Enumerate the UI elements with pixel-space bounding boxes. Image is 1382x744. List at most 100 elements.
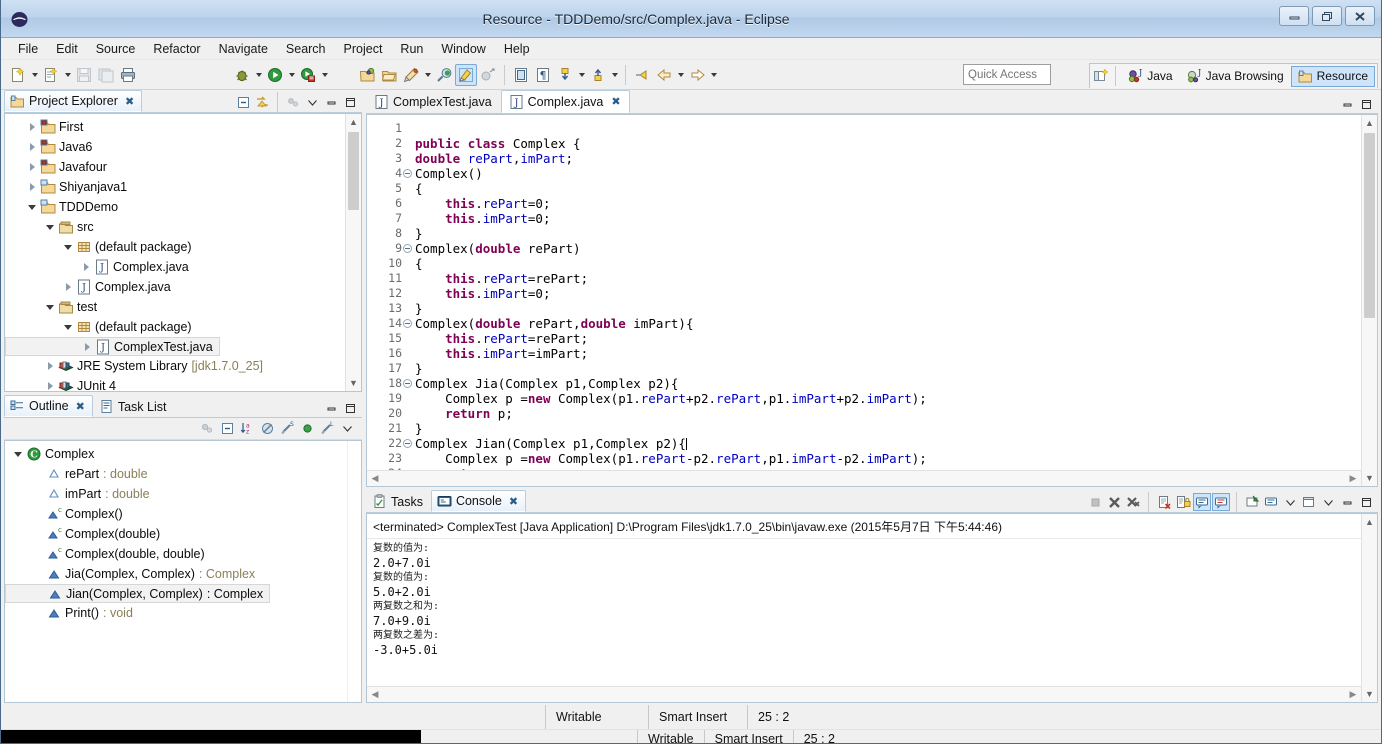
editor-source-text[interactable]: public class Complex {double rePart,imPa…: [403, 115, 1377, 486]
close-icon[interactable]: ✖: [125, 95, 134, 108]
tree-item[interactable]: J Complex.java: [5, 277, 361, 297]
scroll-left-icon[interactable]: ◀: [367, 471, 383, 486]
code-line[interactable]: {: [415, 256, 1377, 271]
chevron-down-icon[interactable]: [338, 420, 356, 438]
display-console-icon[interactable]: [1262, 493, 1280, 511]
quick-access-input[interactable]: [963, 64, 1051, 85]
scroll-down-icon[interactable]: ▼: [1362, 470, 1377, 486]
perspective-resource[interactable]: Resource: [1290, 65, 1375, 87]
tree-item[interactable]: Print() : void: [5, 603, 361, 623]
new-java-class-button[interactable]: [40, 64, 62, 86]
scroll-up-icon[interactable]: ▲: [1362, 514, 1377, 530]
code-line[interactable]: }: [415, 421, 1377, 436]
external-tools-dropdown[interactable]: [319, 64, 330, 86]
tree-item[interactable]: imPart : double: [5, 484, 361, 504]
collapse-arrow-icon[interactable]: [43, 362, 57, 370]
menu-window[interactable]: Window: [432, 39, 494, 59]
expand-arrow-icon[interactable]: [61, 245, 75, 250]
tree-item[interactable]: J ComplexTest.java: [5, 337, 220, 356]
tree-item[interactable]: JUnit 4: [5, 376, 361, 391]
code-line[interactable]: this.rePart=rePart;: [415, 271, 1377, 286]
show-whitespace-button[interactable]: ¶: [532, 64, 554, 86]
tree-item[interactable]: J Complex.java: [5, 257, 361, 277]
show-on-error-icon[interactable]: [1212, 493, 1230, 511]
tree-item[interactable]: c Complex(double): [5, 524, 361, 544]
menu-search[interactable]: Search: [277, 39, 335, 59]
tree-item[interactable]: Shiyanjava1: [5, 177, 361, 197]
perspective-java-browsing[interactable]: J Java Browsing: [1180, 66, 1291, 87]
focus-task-icon[interactable]: [198, 420, 216, 438]
search-button[interactable]: [433, 64, 455, 86]
new-wizard-dropdown[interactable]: [29, 64, 40, 86]
collapse-arrow-icon[interactable]: [25, 163, 39, 171]
console-hscrollbar[interactable]: ◀ ▶: [367, 686, 1361, 702]
menu-edit[interactable]: Edit: [47, 39, 87, 59]
run-button[interactable]: [264, 64, 286, 86]
minimize-editor-button[interactable]: [1338, 95, 1356, 113]
toggle-mark-occurrences-button[interactable]: [455, 63, 477, 86]
sort-az-icon[interactable]: a z: [238, 420, 256, 438]
debug-button[interactable]: [231, 64, 253, 86]
collapse-arrow-icon[interactable]: [25, 143, 39, 151]
code-line[interactable]: public class Complex {: [415, 136, 1377, 151]
chevron-down-icon[interactable]: [1319, 493, 1337, 511]
debug-dropdown[interactable]: [253, 64, 264, 86]
tree-item[interactable]: Java6: [5, 137, 361, 157]
menu-help[interactable]: Help: [495, 39, 539, 59]
open-console-icon[interactable]: [1300, 493, 1318, 511]
collapse-all-icon[interactable]: [218, 420, 236, 438]
tab-project-explorer[interactable]: Project Explorer ✖: [4, 90, 143, 112]
toggle-block-selection-button[interactable]: [510, 64, 532, 86]
hide-fields-icon[interactable]: [258, 420, 276, 438]
menu-project[interactable]: Project: [335, 39, 392, 59]
open-perspective-button[interactable]: [1092, 67, 1110, 85]
tree-item[interactable]: (default package): [5, 317, 361, 337]
console-vscrollbar[interactable]: ▲ ▼: [1361, 514, 1377, 702]
menu-run[interactable]: Run: [391, 39, 432, 59]
code-line[interactable]: Complex Jian(Complex p1,Complex p2){: [415, 436, 1377, 451]
save-all-button[interactable]: [95, 64, 117, 86]
code-line[interactable]: return p;: [415, 406, 1377, 421]
scroll-left-icon[interactable]: ◀: [367, 687, 383, 702]
outline-vscrollbar[interactable]: [347, 441, 361, 702]
tree-item[interactable]: (default package): [5, 237, 361, 257]
editor-tab-complex[interactable]: J Complex.java ✖: [500, 90, 630, 113]
forward-dropdown[interactable]: [708, 64, 719, 86]
menu-refactor[interactable]: Refactor: [144, 39, 209, 59]
maximize-console-button[interactable]: [1357, 493, 1375, 511]
hide-nonpublic-icon[interactable]: [298, 420, 316, 438]
code-line[interactable]: }: [415, 301, 1377, 316]
collapse-all-button[interactable]: [234, 93, 252, 111]
maximize-restore-button[interactable]: [1312, 6, 1342, 26]
tree-item[interactable]: test: [5, 297, 361, 317]
external-tools-button[interactable]: [297, 64, 319, 86]
expand-arrow-icon[interactable]: [61, 325, 75, 330]
terminate-icon[interactable]: [1086, 493, 1104, 511]
code-line[interactable]: this.imPart=0;: [415, 286, 1377, 301]
code-line[interactable]: {: [415, 181, 1377, 196]
link-with-editor-button[interactable]: [253, 93, 271, 111]
new-junit-test-dropdown[interactable]: [422, 64, 433, 86]
collapse-arrow-icon[interactable]: [79, 263, 93, 271]
save-button[interactable]: [73, 64, 95, 86]
code-line[interactable]: Complex(): [415, 166, 1377, 181]
minimize-view-button[interactable]: [322, 93, 340, 111]
code-line[interactable]: Complex(double rePart,double imPart){: [415, 316, 1377, 331]
expand-arrow-icon[interactable]: [43, 225, 57, 230]
skip-all-breakpoints-button[interactable]: [477, 64, 499, 86]
code-line[interactable]: double rePart,imPart;: [415, 151, 1377, 166]
tree-item[interactable]: c Complex(): [5, 504, 361, 524]
tree-item[interactable]: C Complex: [5, 444, 361, 464]
scroll-up-icon[interactable]: ▲: [1362, 115, 1377, 131]
back-button[interactable]: [653, 64, 675, 86]
collapse-arrow-icon[interactable]: [43, 382, 57, 390]
tree-item[interactable]: Javafour: [5, 157, 361, 177]
scroll-down-icon[interactable]: ▼: [1362, 686, 1377, 702]
run-dropdown[interactable]: [286, 64, 297, 86]
new-junit-test-button[interactable]: [400, 64, 422, 86]
close-button[interactable]: [1345, 6, 1375, 26]
tree-item[interactable]: JRE System Library [jdk1.7.0_25]: [5, 356, 361, 376]
close-icon[interactable]: ✖: [76, 400, 85, 413]
minimize-view-button[interactable]: [322, 399, 340, 417]
code-line[interactable]: Complex Jia(Complex p1,Complex p2){: [415, 376, 1377, 391]
